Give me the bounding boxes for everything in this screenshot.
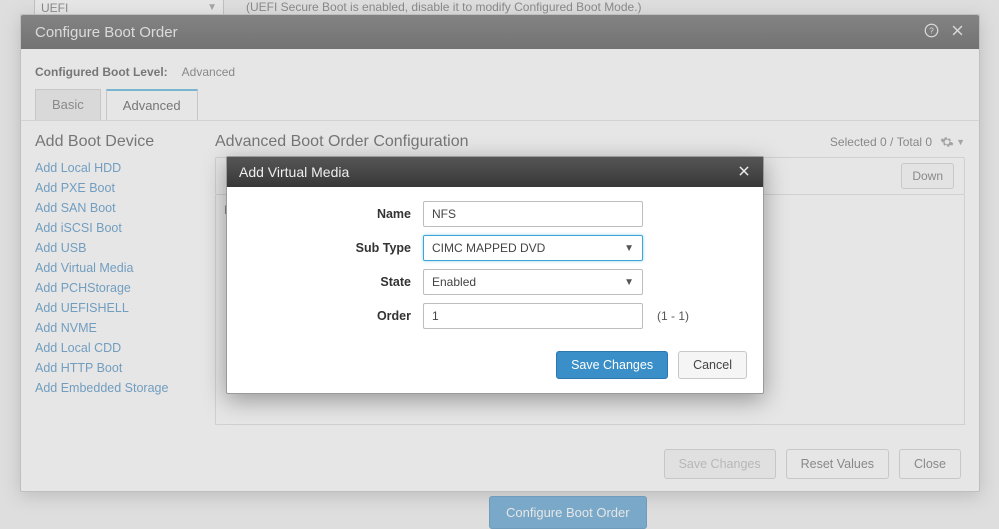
subtype-value: CIMC MAPPED DVD [432, 241, 545, 255]
modal-cancel-button[interactable]: Cancel [678, 351, 747, 379]
subtype-select[interactable]: CIMC MAPPED DVD ▼ [423, 235, 643, 261]
modal-close-icon[interactable] [737, 164, 751, 181]
chevron-down-icon: ▼ [624, 277, 634, 288]
name-input[interactable] [423, 201, 643, 227]
order-label: Order [243, 309, 423, 323]
chevron-down-icon: ▼ [624, 243, 634, 254]
subtype-label: Sub Type [243, 241, 423, 255]
name-label: Name [243, 207, 423, 221]
order-input[interactable] [423, 303, 643, 329]
state-value: Enabled [432, 275, 476, 289]
state-select[interactable]: Enabled ▼ [423, 269, 643, 295]
modal-title: Add Virtual Media [239, 164, 349, 180]
modal-save-button[interactable]: Save Changes [556, 351, 668, 379]
state-label: State [243, 275, 423, 289]
add-virtual-media-modal: Add Virtual Media Name Sub Type CIMC MAP… [226, 156, 764, 394]
order-hint: (1 - 1) [657, 309, 689, 323]
